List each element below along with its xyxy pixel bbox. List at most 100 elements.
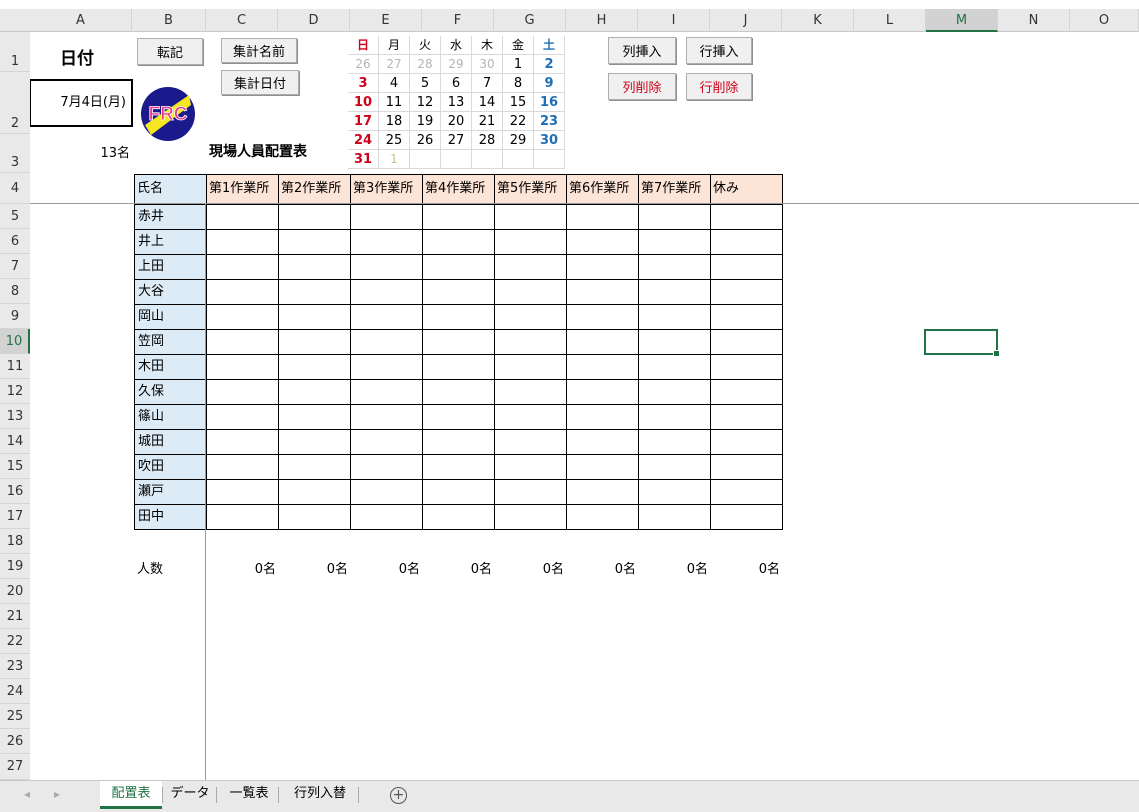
staff-name-cell[interactable]: 城田 <box>134 429 207 455</box>
assignment-cell[interactable] <box>566 454 639 480</box>
assignment-cell[interactable] <box>422 379 495 405</box>
assignment-cell[interactable] <box>566 229 639 255</box>
assignment-cell[interactable] <box>278 504 351 530</box>
assignment-cell[interactable] <box>350 254 423 280</box>
sheet-tab[interactable]: 配置表 <box>100 781 162 809</box>
column-header-F[interactable]: F <box>422 9 494 32</box>
assignment-cell[interactable] <box>422 204 495 230</box>
calendar-day[interactable]: 14 <box>472 93 503 112</box>
site-column-header[interactable]: 休み <box>710 174 783 205</box>
assignment-cell[interactable] <box>206 379 279 405</box>
calendar-day[interactable]: 7 <box>472 74 503 93</box>
assignment-cell[interactable] <box>710 379 783 405</box>
assignment-cell[interactable] <box>278 254 351 280</box>
calendar-day[interactable]: 29 <box>441 55 472 74</box>
assignment-cell[interactable] <box>278 479 351 505</box>
assignment-cell[interactable] <box>566 504 639 530</box>
assignment-cell[interactable] <box>206 329 279 355</box>
assignment-cell[interactable] <box>278 329 351 355</box>
column-header-M[interactable]: M <box>926 9 998 32</box>
staff-name-cell[interactable]: 赤井 <box>134 204 207 230</box>
column-delete-button[interactable]: 列削除 <box>608 73 676 100</box>
assignment-cell[interactable] <box>566 304 639 330</box>
calendar-day[interactable]: 28 <box>410 55 441 74</box>
assignment-cell[interactable] <box>350 479 423 505</box>
assignment-cell[interactable] <box>422 304 495 330</box>
assignment-cell[interactable] <box>566 329 639 355</box>
assignment-cell[interactable] <box>422 354 495 380</box>
assignment-cell[interactable] <box>494 404 567 430</box>
assignment-cell[interactable] <box>278 429 351 455</box>
assignment-cell[interactable] <box>422 479 495 505</box>
assignment-cell[interactable] <box>278 379 351 405</box>
calendar-day[interactable]: 9 <box>534 74 565 93</box>
assignment-cell[interactable] <box>710 254 783 280</box>
row-header-12[interactable]: 12 <box>0 379 30 404</box>
assignment-cell[interactable] <box>638 229 711 255</box>
row-header-13[interactable]: 13 <box>0 404 30 429</box>
assignment-cell[interactable] <box>206 429 279 455</box>
assignment-cell[interactable] <box>494 504 567 530</box>
staff-name-cell[interactable]: 木田 <box>134 354 207 380</box>
assignment-cell[interactable] <box>206 204 279 230</box>
row-header-25[interactable]: 25 <box>0 704 30 729</box>
assignment-cell[interactable] <box>494 379 567 405</box>
assignment-cell[interactable] <box>206 279 279 305</box>
column-header-J[interactable]: J <box>710 9 782 32</box>
row-header-2[interactable]: 2 <box>0 72 30 134</box>
sum-date-button[interactable]: 集計日付 <box>221 70 299 95</box>
site-column-header[interactable]: 第3作業所 <box>350 174 423 205</box>
column-header-L[interactable]: L <box>854 9 926 32</box>
assignment-cell[interactable] <box>638 379 711 405</box>
calendar-day[interactable]: 13 <box>441 93 472 112</box>
column-insert-button[interactable]: 列挿入 <box>608 37 676 64</box>
calendar-day[interactable]: 29 <box>503 131 534 150</box>
assignment-cell[interactable] <box>710 279 783 305</box>
assignment-cell[interactable] <box>494 454 567 480</box>
calendar-day[interactable]: 21 <box>472 112 503 131</box>
calendar-day[interactable]: 6 <box>441 74 472 93</box>
assignment-cell[interactable] <box>710 504 783 530</box>
row-header-20[interactable]: 20 <box>0 579 30 604</box>
row-header-5[interactable]: 5 <box>0 204 30 229</box>
sheet-tab[interactable]: データ <box>164 781 216 809</box>
calendar-day[interactable]: 8 <box>503 74 534 93</box>
transfer-button[interactable]: 転記 <box>137 38 203 65</box>
assignment-cell[interactable] <box>422 279 495 305</box>
assignment-cell[interactable] <box>350 379 423 405</box>
column-header-O[interactable]: O <box>1070 9 1139 32</box>
row-header-11[interactable]: 11 <box>0 354 30 379</box>
column-header-C[interactable]: C <box>206 9 278 32</box>
assignment-cell[interactable] <box>422 329 495 355</box>
assignment-cell[interactable] <box>710 204 783 230</box>
calendar-day[interactable]: 10 <box>348 93 379 112</box>
assignment-cell[interactable] <box>638 429 711 455</box>
staff-name-cell[interactable]: 岡山 <box>134 304 207 330</box>
assignment-cell[interactable] <box>206 504 279 530</box>
selected-cell[interactable] <box>924 329 1000 357</box>
assignment-cell[interactable] <box>638 504 711 530</box>
staff-name-cell[interactable]: 篠山 <box>134 404 207 430</box>
assignment-cell[interactable] <box>494 229 567 255</box>
assignment-cell[interactable] <box>350 454 423 480</box>
assignment-cell[interactable] <box>638 479 711 505</box>
site-column-header[interactable]: 第4作業所 <box>422 174 495 205</box>
assignment-cell[interactable] <box>278 454 351 480</box>
assignment-cell[interactable] <box>206 304 279 330</box>
calendar-day[interactable]: 30 <box>534 131 565 150</box>
assignment-cell[interactable] <box>566 279 639 305</box>
assignment-cell[interactable] <box>710 404 783 430</box>
assignment-cell[interactable] <box>422 504 495 530</box>
site-column-header[interactable]: 第6作業所 <box>566 174 639 205</box>
row-header-22[interactable]: 22 <box>0 629 30 654</box>
calendar-day[interactable]: 5 <box>410 74 441 93</box>
assignment-cell[interactable] <box>206 354 279 380</box>
date-value-cell[interactable]: 7月4日(月) <box>29 79 133 127</box>
calendar-day[interactable]: 17 <box>348 112 379 131</box>
assignment-cell[interactable] <box>278 404 351 430</box>
assignment-cell[interactable] <box>350 354 423 380</box>
row-header-15[interactable]: 15 <box>0 454 30 479</box>
assignment-cell[interactable] <box>422 404 495 430</box>
assignment-cell[interactable] <box>710 304 783 330</box>
assignment-cell[interactable] <box>638 254 711 280</box>
